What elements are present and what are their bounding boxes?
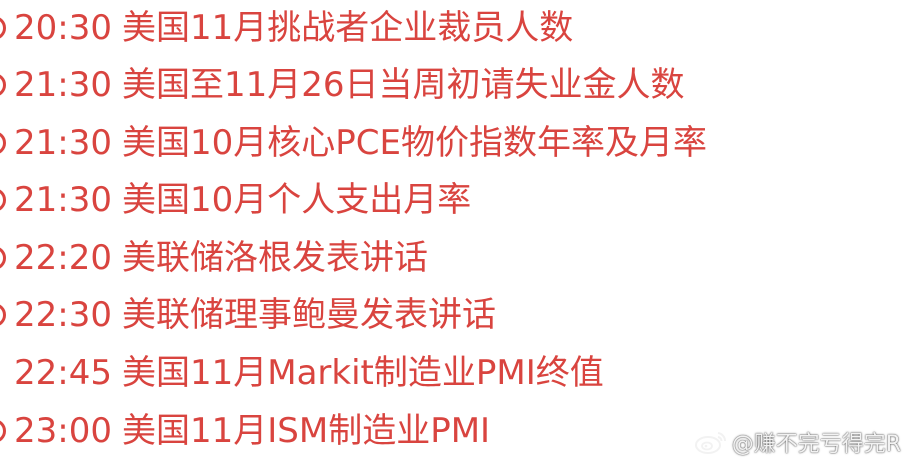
event-title: 美国至11月26日当周初请失业金人数 [121,65,685,105]
list-item: 21:30 美国10月核心PCE物价指数年率及月率 [0,115,707,171]
event-title: 美国11月挑战者企业裁员人数 [121,8,574,48]
weibo-logo-icon [694,432,726,454]
list-item: 22:20 美联储洛根发表讲话 [0,230,428,286]
event-time: 21:30 [14,123,112,163]
event-title: 美国10月个人支出月率 [121,180,472,220]
bullet-icon [0,416,6,446]
bullet-icon [0,185,6,215]
event-time: 22:20 [14,238,112,278]
event-time: 23:00 [14,411,112,451]
bullet-icon [0,300,6,330]
event-title: 美联储理事鲍曼发表讲话 [121,295,496,335]
list-item: 21:30 美国至11月26日当周初请失业金人数 [0,57,685,113]
event-time: 22:45 [14,353,112,393]
bullet-icon [0,70,6,100]
event-time: 22:30 [14,295,112,335]
event-time: 21:30 [14,180,112,220]
event-title: 美国10月核心PCE物价指数年率及月率 [121,123,707,163]
list-item: 23:00 美国11月ISM制造业PMI [0,403,490,459]
list-item: 22:30 美联储理事鲍曼发表讲话 [0,287,496,343]
list-item: 21:30 美国10月个人支出月率 [0,172,471,228]
watermark-text: @赚不完亏得完R [731,432,901,457]
list-item: 20:30 美国11月挑战者企业裁员人数 [0,0,573,56]
event-time: 21:30 [14,65,112,105]
event-time: 20:30 [14,8,112,48]
event-title: 美国11月ISM制造业PMI [121,411,491,451]
watermark: @赚不完亏得完R [694,426,901,458]
event-title: 美联储洛根发表讲话 [121,238,428,278]
bullet-icon [0,13,6,43]
list-item: 22:45 美国11月Markit制造业PMI终值 [0,345,604,401]
bullet-icon [0,243,6,273]
event-title: 美国11月Markit制造业PMI终值 [121,353,604,393]
bullet-icon [0,128,6,158]
